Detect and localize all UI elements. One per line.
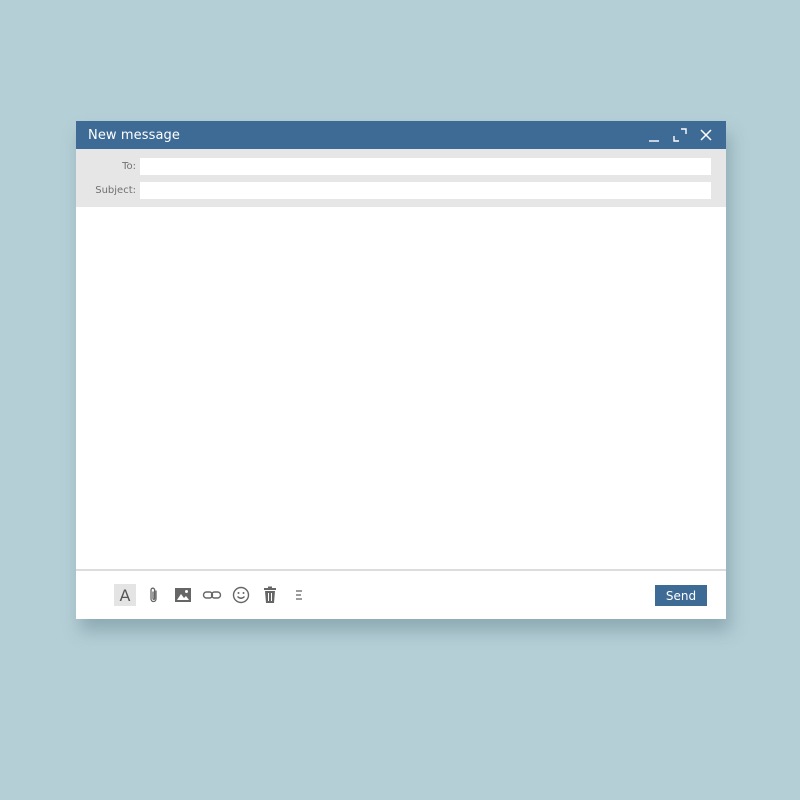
subject-field[interactable]	[140, 181, 711, 199]
page-background: New message To: Subject: A Send	[0, 0, 800, 800]
window-controls	[646, 127, 714, 143]
title-bar: New message	[76, 121, 726, 149]
message-body-input[interactable]	[76, 207, 726, 569]
emoji-icon[interactable]	[230, 584, 252, 606]
subject-label: Subject:	[95, 184, 136, 196]
paperclip-icon[interactable]	[143, 584, 165, 606]
window-title: New message	[88, 127, 181, 143]
trash-icon[interactable]	[259, 584, 281, 606]
send-button[interactable]: Send	[655, 585, 707, 606]
message-body-area	[76, 207, 726, 571]
to-field[interactable]	[140, 157, 711, 175]
link-icon[interactable]	[201, 584, 223, 606]
compose-window: New message To: Subject: A Send	[76, 121, 726, 619]
compose-toolbar: A Send	[76, 571, 726, 619]
image-icon[interactable]	[172, 584, 194, 606]
format-text-icon[interactable]: A	[114, 584, 136, 606]
subject-row: Subject:	[76, 180, 726, 200]
to-label: To:	[122, 160, 136, 172]
to-row: To:	[76, 156, 726, 176]
minimize-icon[interactable]	[646, 127, 662, 143]
more-icon[interactable]	[288, 584, 310, 606]
maximize-icon[interactable]	[672, 127, 688, 143]
header-fields: To: Subject:	[76, 149, 726, 207]
close-icon[interactable]	[698, 127, 714, 143]
